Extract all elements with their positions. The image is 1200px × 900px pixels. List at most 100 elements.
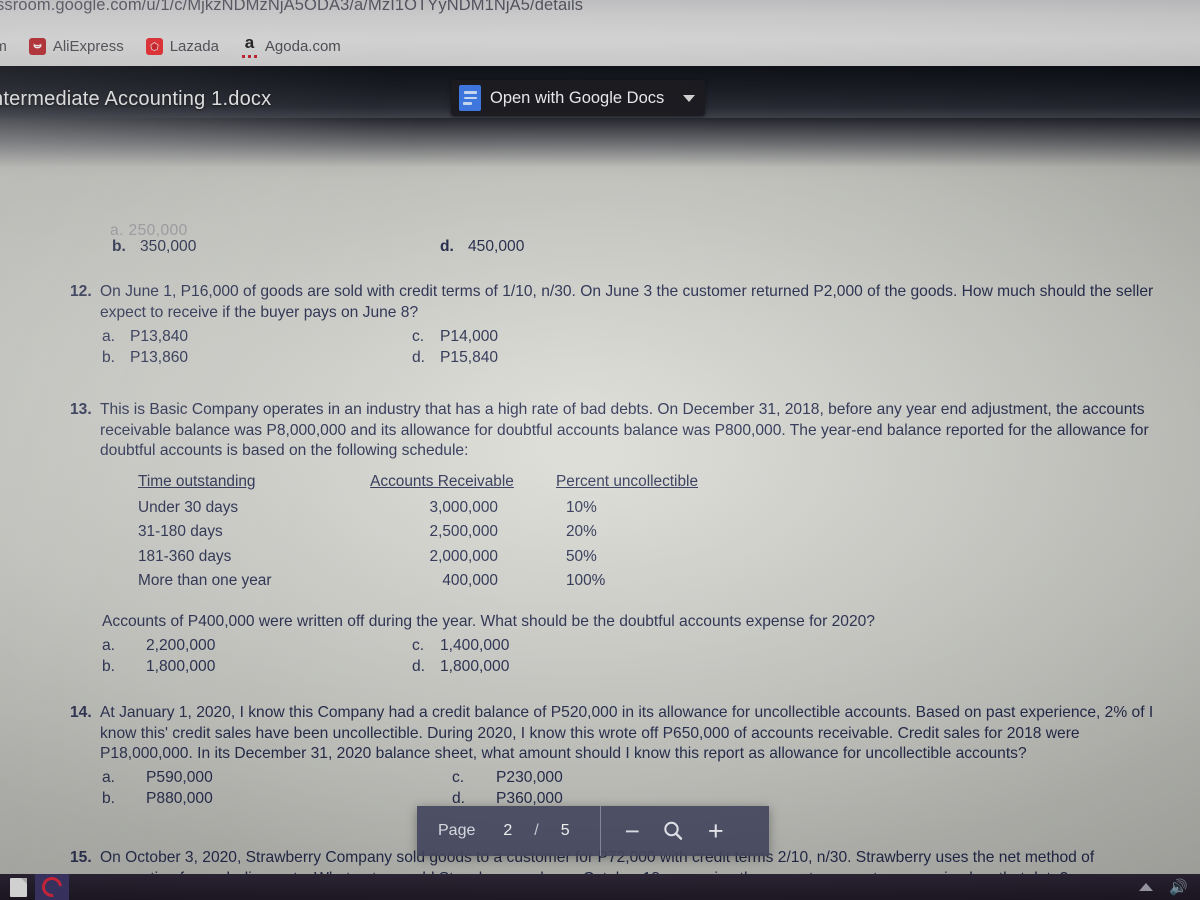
lazada-icon	[145, 37, 163, 55]
magnifier-icon[interactable]	[662, 820, 684, 842]
option-value: P13,840	[130, 328, 189, 345]
option-value: P14,000	[440, 328, 499, 345]
bookmark-item-aliexpress[interactable]: AliExpress	[28, 37, 124, 55]
option-a[interactable]: a. P13,840	[102, 326, 412, 347]
browser-chrome: ssroom.google.com/u/1/c/MjkzNDMzNjA5ODA3…	[0, 0, 1200, 66]
cell-accounts-receivable: 2,000,000	[429, 547, 498, 565]
cell-accounts-receivable: 400,000	[442, 572, 498, 589]
bookmark-item-agoda[interactable]: a Agoda.com	[241, 34, 341, 58]
question-13: 13. This is Basic Company operates in an…	[70, 400, 1160, 462]
total-pages: 5	[560, 822, 570, 839]
bookmark-item-lazada[interactable]: Lazada	[145, 37, 219, 55]
question-number: 13.	[70, 401, 92, 418]
screen-photo: ssroom.google.com/u/1/c/MjkzNDMzNjA5ODA3…	[0, 0, 1200, 900]
speaker-icon[interactable]: 🔊	[1169, 880, 1188, 895]
question-13-followup: Accounts of P400,000 were written off du…	[102, 612, 1162, 677]
option-a[interactable]: a. P590,000	[102, 767, 452, 788]
option-value: P590,000	[146, 768, 213, 786]
option-d[interactable]: d. 1,800,000	[412, 656, 722, 677]
google-docs-icon	[459, 85, 481, 111]
option-value: P13,860	[130, 349, 189, 366]
option-c[interactable]: c. P230,000	[452, 767, 762, 788]
bookmark-label: Agoda.com	[264, 37, 341, 55]
question-followup-text: Accounts of P400,000 were written off du…	[102, 613, 875, 630]
option-letter: a.	[102, 768, 116, 786]
system-tray: 🔊	[1139, 880, 1188, 895]
option-value-d: 450,000	[468, 238, 525, 255]
question-text: On June 1, P16,000 of goods are sold wit…	[100, 283, 1154, 321]
option-a[interactable]: a. 2,200,000	[102, 635, 412, 656]
table-row: Under 30 days 3,000,000 10%	[138, 496, 706, 521]
column-header-percent-uncollectible: Percent uncollectible	[556, 473, 699, 490]
toolbar-divider	[599, 806, 601, 856]
cell-time-outstanding: 31-180 days	[138, 523, 223, 540]
option-b[interactable]: b. P13,860	[102, 347, 412, 368]
option-letter: b.	[102, 349, 116, 366]
option-letter: d.	[412, 349, 426, 366]
document-title: ntermediate Accounting 1.docx	[0, 88, 272, 110]
file-explorer-icon[interactable]	[10, 877, 27, 897]
question-14: 14. At January 1, 2020, I know this Comp…	[70, 703, 1160, 809]
plus-icon[interactable]: +	[708, 817, 724, 845]
current-page-input[interactable]: 2	[503, 822, 512, 840]
option-b[interactable]: b. 1,800,000	[102, 656, 412, 677]
bookmark-label: Lazada	[169, 37, 219, 55]
cell-percent-uncollectible: 10%	[566, 498, 597, 516]
cell-accounts-receivable: 2,500,000	[429, 523, 498, 540]
option-value: P880,000	[146, 789, 213, 807]
page-navigation-toolbar: Page 2 / 5 − +	[417, 806, 769, 856]
question-text: This is Basic Company operates in an ind…	[100, 401, 1149, 459]
question-12: 12. On June 1, P16,000 of goods are sold…	[70, 282, 1160, 368]
cell-time-outstanding: Under 30 days	[138, 498, 239, 516]
cell-percent-uncollectible: 100%	[566, 572, 606, 589]
option-c[interactable]: c. 1,400,000	[412, 635, 722, 656]
option-letter: a.	[102, 636, 116, 654]
opera-icon[interactable]	[35, 872, 69, 900]
option-d[interactable]: d. P15,840	[412, 347, 722, 368]
bookmark-label: om	[0, 37, 7, 55]
column-header-time-outstanding: Time outstanding	[138, 473, 256, 490]
option-letter: b.	[102, 789, 116, 807]
open-with-google-docs-button[interactable]: Open with Google Docs	[451, 80, 706, 116]
option-letter: b.	[102, 657, 116, 675]
question-number: 12.	[70, 283, 92, 300]
option-value: 1,400,000	[440, 636, 510, 654]
option-c[interactable]: c. P14,000	[412, 326, 722, 347]
table-row: 181-360 days 2,000,000 50%	[138, 545, 706, 570]
option-value-b: 350,000	[140, 238, 197, 255]
page-separator: /	[534, 822, 539, 839]
chevron-down-icon[interactable]	[683, 94, 696, 102]
table-row: More than one year 400,000 100%	[138, 569, 706, 594]
cell-time-outstanding: More than one year	[138, 572, 272, 589]
question-text: At January 1, 2020, I know this Company …	[100, 704, 1154, 762]
option-value: 2,200,000	[146, 636, 216, 654]
open-with-google-docs-label: Open with Google Docs	[490, 88, 665, 107]
bookmark-item[interactable]: om	[0, 38, 7, 55]
option-value: P230,000	[496, 768, 563, 786]
table-row: 31-180 days 2,500,000 20%	[138, 520, 706, 545]
table-header-row: Time outstanding Accounts Receivable Per…	[138, 470, 706, 496]
windows-taskbar: 🔊	[0, 872, 1200, 900]
document-page: a. 250,000 b. 350,000 d. 450,000 12. On …	[0, 118, 1200, 887]
chevron-up-icon[interactable]	[1139, 883, 1154, 891]
column-header-accounts-receivable: Accounts Receivable	[370, 473, 514, 490]
option-value: P15,840	[440, 349, 499, 366]
minus-icon[interactable]: −	[625, 818, 640, 844]
question-13-options: a. 2,200,000 b. 1,800,000 c. 1,400,000 d…	[102, 635, 1162, 677]
option-letter: d.	[412, 657, 426, 675]
option-letter-b: b.	[112, 238, 126, 255]
question-number: 15.	[70, 849, 92, 866]
cell-percent-uncollectible: 20%	[566, 523, 597, 540]
aliexpress-icon	[28, 37, 46, 55]
question-14-options: a. P590,000 b. P880,000 c. P230,000 d. P…	[70, 767, 1160, 809]
aging-schedule-table: Time outstanding Accounts Receivable Per…	[138, 470, 706, 594]
option-value: 1,800,000	[440, 657, 510, 675]
cell-accounts-receivable: 3,000,000	[429, 498, 498, 516]
bookmark-label: AliExpress	[52, 37, 124, 55]
page-label: Page	[438, 822, 476, 839]
address-bar-url: ssroom.google.com/u/1/c/MjkzNDMzNjA5ODA3…	[0, 0, 584, 14]
address-bar[interactable]: ssroom.google.com/u/1/c/MjkzNDMzNjA5ODA3…	[0, 0, 1200, 22]
option-letter: c.	[412, 636, 425, 654]
bookmarks-bar: om AliExpress Lazada a Agoda.com	[0, 30, 1200, 62]
option-b[interactable]: b. P880,000	[102, 788, 452, 809]
